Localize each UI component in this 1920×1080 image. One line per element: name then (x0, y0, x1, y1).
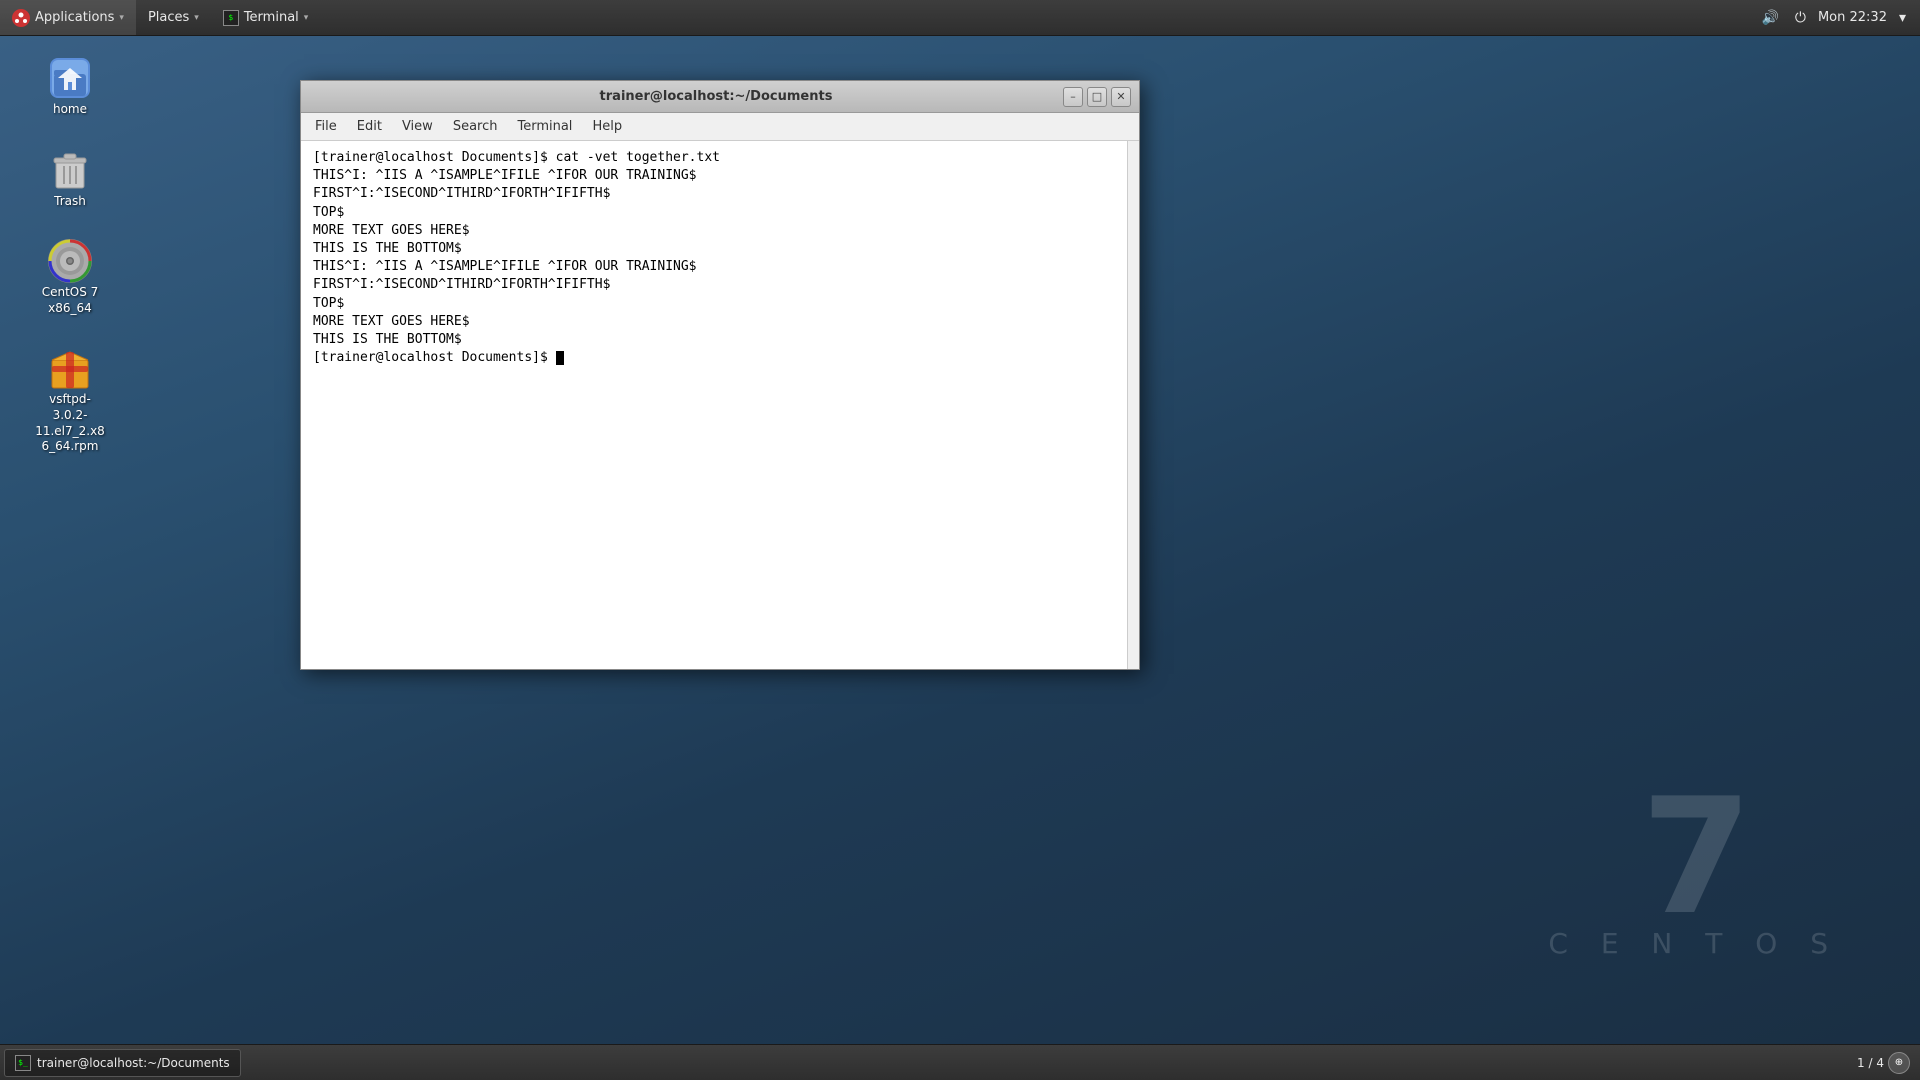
minimize-button[interactable]: – (1063, 87, 1083, 107)
activity-icon[interactable]: ⊕ (1888, 1052, 1910, 1074)
desktop-icons-container: home Trash (30, 50, 110, 459)
applications-menu[interactable]: Applications ▾ (0, 0, 136, 35)
taskbar-top-left: Applications ▾ Places ▾ $ Terminal ▾ (0, 0, 320, 35)
desktop-icon-trash[interactable]: Trash (30, 142, 110, 214)
vsftpd-icon (46, 344, 94, 392)
trash-icon-label: Trash (54, 194, 86, 210)
window-controls: – □ ✕ (1063, 87, 1131, 107)
centos-label: C E N T O S (1548, 927, 1840, 960)
desktop-icon-vsftpd[interactable]: vsftpd-3.0.2-11.el7_2.x86_64.rpm (30, 340, 110, 458)
home-icon-label: home (53, 102, 87, 118)
taskbar-bottom: $_ trainer@localhost:~/Documents 1 / 4 ⊕ (0, 1044, 1920, 1080)
applications-label: Applications (35, 10, 114, 25)
close-button[interactable]: ✕ (1111, 87, 1131, 107)
desktop: 7 C E N T O S Applications ▾ Places ▾ (0, 0, 1920, 1080)
datetime-label: Mon 22:32 (1818, 10, 1887, 25)
menu-edit[interactable]: Edit (347, 115, 392, 138)
places-arrow: ▾ (194, 13, 199, 23)
applications-arrow: ▾ (119, 13, 124, 23)
gnome-icon (12, 9, 30, 27)
power-icon[interactable]: ⏻ (1791, 10, 1810, 26)
settings-arrow[interactable]: ▾ (1895, 10, 1910, 26)
menu-view[interactable]: View (392, 115, 443, 138)
taskbar-terminal-icon: $_ (15, 1055, 31, 1071)
terminal-scrollbar[interactable] (1127, 141, 1139, 669)
taskbar-top-right: 🔊 ⏻ Mon 22:32 ▾ (1757, 0, 1920, 35)
centos-number: 7 (1548, 777, 1840, 937)
taskbar-top: Applications ▾ Places ▾ $ Terminal ▾ 🔊 ⏻… (0, 0, 1920, 36)
terminal-top-icon: $ (223, 10, 239, 26)
taskbar-bottom-right: 1 / 4 ⊕ (1857, 1052, 1916, 1074)
terminal-content[interactable]: [trainer@localhost Documents]$ cat -vet … (301, 141, 1127, 669)
terminal-cursor (556, 351, 564, 365)
menu-search[interactable]: Search (443, 115, 508, 138)
maximize-button[interactable]: □ (1087, 87, 1107, 107)
terminal-output: [trainer@localhost Documents]$ cat -vet … (313, 149, 1115, 367)
volume-icon[interactable]: 🔊 (1757, 10, 1782, 26)
terminal-arrow: ▾ (304, 13, 309, 23)
places-label: Places (148, 10, 189, 25)
centos-watermark: 7 C E N T O S (1548, 777, 1840, 960)
centos-dvd-label: CentOS 7 x86_64 (34, 285, 106, 316)
terminal-window: trainer@localhost:~/Documents – □ ✕ File… (300, 80, 1140, 670)
workspace-label: 1 / 4 (1857, 1056, 1884, 1070)
menu-bar: File Edit View Search Terminal Help (301, 113, 1139, 141)
trash-icon (46, 146, 94, 194)
taskbar-terminal-label: trainer@localhost:~/Documents (37, 1056, 230, 1070)
menu-terminal[interactable]: Terminal (507, 115, 582, 138)
taskbar-terminal-item[interactable]: $_ trainer@localhost:~/Documents (4, 1049, 241, 1077)
title-bar[interactable]: trainer@localhost:~/Documents – □ ✕ (301, 81, 1139, 113)
vsftpd-label: vsftpd-3.0.2-11.el7_2.x86_64.rpm (34, 392, 106, 454)
terminal-menu[interactable]: $ Terminal ▾ (211, 0, 320, 35)
window-title: trainer@localhost:~/Documents (369, 89, 1063, 104)
menu-file[interactable]: File (305, 115, 347, 138)
centos-dvd-icon (46, 237, 94, 285)
places-menu[interactable]: Places ▾ (136, 0, 211, 35)
home-icon (46, 54, 94, 102)
desktop-icon-centos-dvd[interactable]: CentOS 7 x86_64 (30, 233, 110, 320)
terminal-body: [trainer@localhost Documents]$ cat -vet … (301, 141, 1139, 669)
terminal-label: Terminal (244, 10, 299, 25)
desktop-icon-home[interactable]: home (30, 50, 110, 122)
menu-help[interactable]: Help (582, 115, 632, 138)
